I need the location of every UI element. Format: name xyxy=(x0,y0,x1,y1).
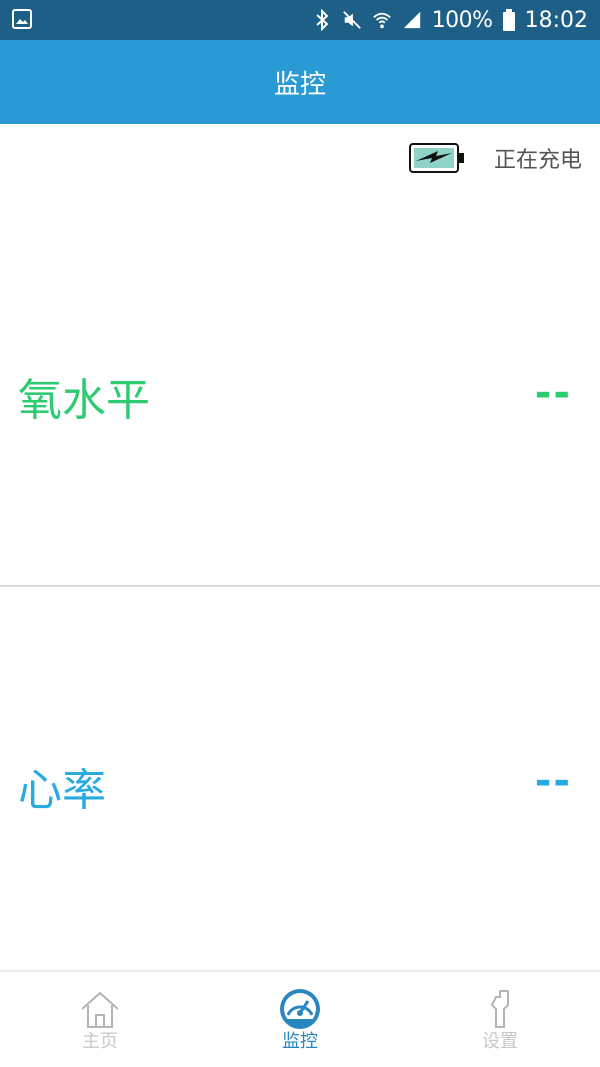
tab-settings-label: 设置 xyxy=(482,1030,518,1052)
heart-rate-panel: 心率 -- xyxy=(0,750,600,820)
battery-percent: 100% xyxy=(431,7,493,33)
page-title: 监控 xyxy=(273,69,326,100)
wrench-icon xyxy=(490,989,509,1028)
wifi-icon xyxy=(372,12,391,29)
tab-home-label: 主页 xyxy=(82,1030,118,1052)
heart-rate-value: -- xyxy=(534,758,572,804)
app-bar: 监控 xyxy=(0,40,600,124)
oxygen-level-label: 氧水平 xyxy=(18,375,150,426)
gallery-notification-icon xyxy=(12,9,32,29)
tab-monitor[interactable]: 监控 xyxy=(200,972,400,1067)
home-icon xyxy=(81,991,119,1028)
status-icons: 100% 18:02 xyxy=(312,0,588,40)
tab-settings[interactable]: 设置 xyxy=(400,972,600,1067)
bluetooth-icon xyxy=(316,9,329,31)
divider xyxy=(0,585,600,587)
tab-monitor-label: 监控 xyxy=(282,1030,318,1052)
heart-rate-label: 心率 xyxy=(18,765,106,816)
status-time: 18:02 xyxy=(524,7,588,33)
mute-icon xyxy=(342,11,361,29)
signal-icon xyxy=(403,11,420,29)
battery-icon xyxy=(502,9,515,31)
battery-charging-icon xyxy=(408,143,464,173)
status-bar: 100% 18:02 xyxy=(0,0,600,40)
gauge-icon xyxy=(280,988,320,1029)
charging-label: 正在充电 xyxy=(493,148,582,173)
charging-status: 正在充电 xyxy=(408,136,582,180)
oxygen-level-value: -- xyxy=(534,370,572,416)
oxygen-level-panel: 氧水平 -- xyxy=(0,360,600,430)
tab-home[interactable]: 主页 xyxy=(0,972,200,1067)
bottom-tab-bar: 主页 监控 设置 xyxy=(0,970,600,1067)
